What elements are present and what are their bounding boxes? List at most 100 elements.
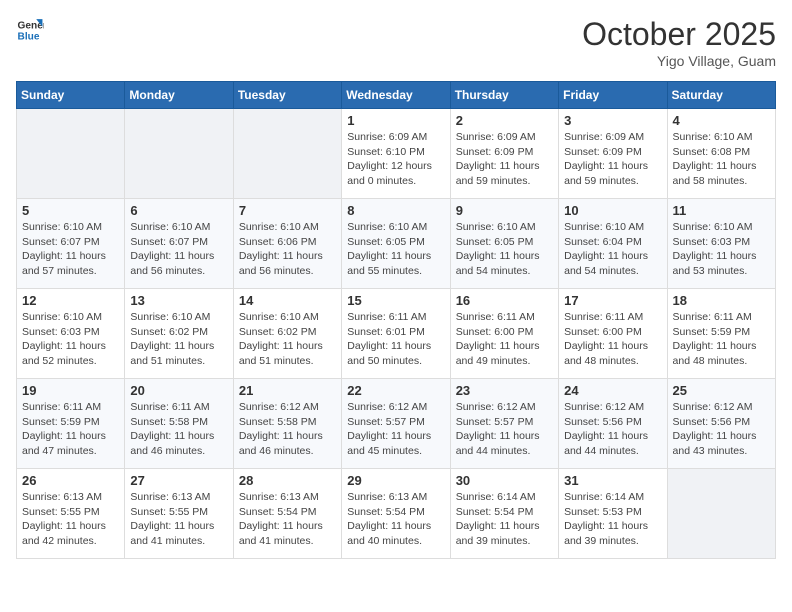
day-info: Sunrise: 6:12 AMSunset: 5:57 PMDaylight:… [347, 400, 444, 459]
day-info: Sunrise: 6:11 AMSunset: 5:59 PMDaylight:… [673, 310, 770, 369]
calendar-cell: 10 Sunrise: 6:10 AMSunset: 6:04 PMDayligh… [559, 199, 667, 289]
day-info: Sunrise: 6:12 AMSunset: 5:56 PMDaylight:… [673, 400, 770, 459]
logo: General Blue [16, 16, 44, 44]
day-info: Sunrise: 6:11 AMSunset: 6:00 PMDaylight:… [564, 310, 661, 369]
calendar-cell: 18 Sunrise: 6:11 AMSunset: 5:59 PMDayligh… [667, 289, 775, 379]
calendar-cell: 27 Sunrise: 6:13 AMSunset: 5:55 PMDayligh… [125, 469, 233, 559]
weekday-header-wednesday: Wednesday [342, 82, 450, 109]
calendar-week-row: 5Sunrise: 6:10 AMSunset: 6:07 PMDaylight… [17, 199, 776, 289]
day-number: 26 [22, 473, 119, 488]
calendar-cell: 16Sunrise: 6:11 AMSunset: 6:00 PMDayligh… [450, 289, 558, 379]
day-number: 29 [347, 473, 444, 488]
header: General Blue October 2025 Yigo Village, … [16, 16, 776, 69]
calendar-cell: 5Sunrise: 6:10 AMSunset: 6:07 PMDaylight… [17, 199, 125, 289]
title-area: October 2025 Yigo Village, Guam [582, 16, 776, 69]
calendar-cell: 7 Sunrise: 6:10 AMSunset: 6:06 PMDaylight… [233, 199, 341, 289]
day-info: Sunrise: 6:10 AMSunset: 6:02 PMDaylight:… [130, 310, 227, 369]
day-info: Sunrise: 6:10 AMSunset: 6:05 PMDaylight:… [456, 220, 553, 279]
day-number: 13 [130, 293, 227, 308]
calendar-week-row: 1Sunrise: 6:09 AMSunset: 6:10 PMDaylight… [17, 109, 776, 199]
calendar-cell: 12 Sunrise: 6:10 AMSunset: 6:03 PMDayligh… [17, 289, 125, 379]
calendar-cell: 14 Sunrise: 6:10 AMSunset: 6:02 PMDayligh… [233, 289, 341, 379]
day-number: 4 [673, 113, 770, 128]
day-info: Sunrise: 6:14 AMSunset: 5:53 PMDaylight:… [564, 490, 661, 549]
day-info: Sunrise: 6:10 AMSunset: 6:07 PMDaylight:… [22, 220, 119, 279]
calendar-cell: 9 Sunrise: 6:10 AMSunset: 6:05 PMDaylight… [450, 199, 558, 289]
day-info: Sunrise: 6:12 AMSunset: 5:57 PMDaylight:… [456, 400, 553, 459]
calendar-table: SundayMondayTuesdayWednesdayThursdayFrid… [16, 81, 776, 559]
day-info: Sunrise: 6:10 AMSunset: 6:03 PMDaylight:… [673, 220, 770, 279]
day-info: Sunrise: 6:10 AMSunset: 6:08 PMDaylight:… [673, 130, 770, 189]
calendar-cell: 13 Sunrise: 6:10 AMSunset: 6:02 PMDayligh… [125, 289, 233, 379]
calendar-week-row: 19 Sunrise: 6:11 AMSunset: 5:59 PMDayligh… [17, 379, 776, 469]
day-info: Sunrise: 6:11 AMSunset: 5:58 PMDaylight:… [130, 400, 227, 459]
calendar-cell: 28 Sunrise: 6:13 AMSunset: 5:54 PMDayligh… [233, 469, 341, 559]
calendar-cell: 19 Sunrise: 6:11 AMSunset: 5:59 PMDayligh… [17, 379, 125, 469]
day-info: Sunrise: 6:10 AMSunset: 6:03 PMDaylight:… [22, 310, 119, 369]
calendar-cell: 25 Sunrise: 6:12 AMSunset: 5:56 PMDayligh… [667, 379, 775, 469]
day-number: 19 [22, 383, 119, 398]
day-info: Sunrise: 6:13 AMSunset: 5:54 PMDaylight:… [239, 490, 336, 549]
calendar-cell: 22Sunrise: 6:12 AMSunset: 5:57 PMDayligh… [342, 379, 450, 469]
calendar-cell: 15Sunrise: 6:11 AMSunset: 6:01 PMDayligh… [342, 289, 450, 379]
day-number: 25 [673, 383, 770, 398]
day-number: 27 [130, 473, 227, 488]
day-number: 1 [347, 113, 444, 128]
logo-icon: General Blue [16, 16, 44, 44]
calendar-cell: 1Sunrise: 6:09 AMSunset: 6:10 PMDaylight… [342, 109, 450, 199]
calendar-cell: 4 Sunrise: 6:10 AMSunset: 6:08 PMDaylight… [667, 109, 775, 199]
calendar-cell: 31 Sunrise: 6:14 AMSunset: 5:53 PMDayligh… [559, 469, 667, 559]
location-subtitle: Yigo Village, Guam [582, 53, 776, 69]
calendar-cell: 24Sunrise: 6:12 AMSunset: 5:56 PMDayligh… [559, 379, 667, 469]
day-number: 30 [456, 473, 553, 488]
day-info: Sunrise: 6:10 AMSunset: 6:02 PMDaylight:… [239, 310, 336, 369]
day-number: 14 [239, 293, 336, 308]
day-info: Sunrise: 6:10 AMSunset: 6:05 PMDaylight:… [347, 220, 444, 279]
day-number: 31 [564, 473, 661, 488]
day-number: 7 [239, 203, 336, 218]
calendar-cell: 8 Sunrise: 6:10 AMSunset: 6:05 PMDaylight… [342, 199, 450, 289]
day-number: 23 [456, 383, 553, 398]
day-info: Sunrise: 6:10 AMSunset: 6:04 PMDaylight:… [564, 220, 661, 279]
day-info: Sunrise: 6:13 AMSunset: 5:55 PMDaylight:… [130, 490, 227, 549]
day-number: 16 [456, 293, 553, 308]
calendar-cell: 17 Sunrise: 6:11 AMSunset: 6:00 PMDayligh… [559, 289, 667, 379]
calendar-cell [17, 109, 125, 199]
weekday-header-thursday: Thursday [450, 82, 558, 109]
calendar-cell: 3Sunrise: 6:09 AMSunset: 6:09 PMDaylight… [559, 109, 667, 199]
day-number: 3 [564, 113, 661, 128]
calendar-cell: 23 Sunrise: 6:12 AMSunset: 5:57 PMDayligh… [450, 379, 558, 469]
day-info: Sunrise: 6:13 AMSunset: 5:55 PMDaylight:… [22, 490, 119, 549]
day-number: 24 [564, 383, 661, 398]
calendar-week-row: 12 Sunrise: 6:10 AMSunset: 6:03 PMDayligh… [17, 289, 776, 379]
day-number: 12 [22, 293, 119, 308]
day-number: 28 [239, 473, 336, 488]
weekday-row: SundayMondayTuesdayWednesdayThursdayFrid… [17, 82, 776, 109]
day-number: 18 [673, 293, 770, 308]
weekday-header-monday: Monday [125, 82, 233, 109]
day-number: 11 [673, 203, 770, 218]
day-info: Sunrise: 6:13 AMSunset: 5:54 PMDaylight:… [347, 490, 444, 549]
day-number: 8 [347, 203, 444, 218]
day-info: Sunrise: 6:11 AMSunset: 6:01 PMDaylight:… [347, 310, 444, 369]
weekday-header-friday: Friday [559, 82, 667, 109]
day-number: 17 [564, 293, 661, 308]
day-number: 9 [456, 203, 553, 218]
day-info: Sunrise: 6:14 AMSunset: 5:54 PMDaylight:… [456, 490, 553, 549]
day-number: 2 [456, 113, 553, 128]
day-number: 20 [130, 383, 227, 398]
svg-text:Blue: Blue [18, 31, 40, 42]
calendar-cell: 29 Sunrise: 6:13 AMSunset: 5:54 PMDayligh… [342, 469, 450, 559]
day-info: Sunrise: 6:12 AMSunset: 5:58 PMDaylight:… [239, 400, 336, 459]
calendar-cell: 2 Sunrise: 6:09 AMSunset: 6:09 PMDaylight… [450, 109, 558, 199]
calendar-cell [233, 109, 341, 199]
calendar-cell: 6Sunrise: 6:10 AMSunset: 6:07 PMDaylight… [125, 199, 233, 289]
weekday-header-saturday: Saturday [667, 82, 775, 109]
day-info: Sunrise: 6:10 AMSunset: 6:06 PMDaylight:… [239, 220, 336, 279]
day-number: 10 [564, 203, 661, 218]
calendar-cell [125, 109, 233, 199]
calendar-cell: 21Sunrise: 6:12 AMSunset: 5:58 PMDayligh… [233, 379, 341, 469]
day-info: Sunrise: 6:09 AMSunset: 6:09 PMDaylight:… [456, 130, 553, 189]
month-title: October 2025 [582, 16, 776, 53]
day-info: Sunrise: 6:11 AMSunset: 5:59 PMDaylight:… [22, 400, 119, 459]
